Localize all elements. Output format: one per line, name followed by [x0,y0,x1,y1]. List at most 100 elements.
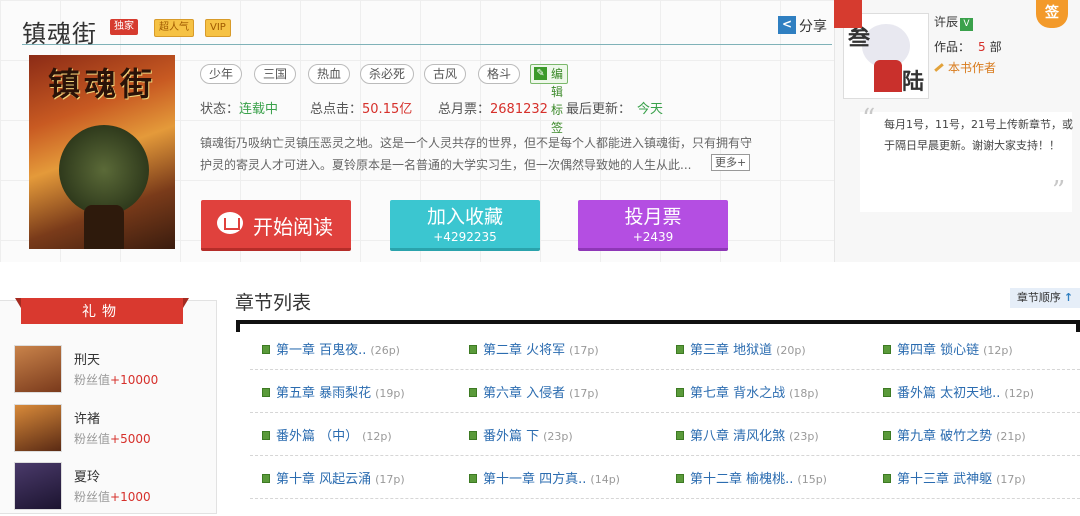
chapter-order-button[interactable]: 章节顺序 ↑ [1010,288,1080,308]
chapter-link[interactable]: 第八章 清风化煞 (23p) [676,425,819,444]
chapter-icon [262,388,270,397]
chapter-icon [676,474,684,483]
chapter-link[interactable]: 第十二章 榆槐桃.. (15p) [676,468,827,487]
sort-up-icon: ↑ [1063,291,1074,304]
status-value: 连载中 [239,102,279,117]
chapter-link[interactable]: 第七章 背水之战 (18p) [676,382,819,401]
tag-item[interactable]: 三国 [254,64,296,84]
chapter-icon [262,431,270,440]
monthly-votes-value: 2681232 [490,102,548,117]
chapter-link[interactable]: 第十章 风起云涌 (17p) [262,468,405,487]
chapter-link[interactable]: 第三章 地狱道 (20p) [676,339,806,358]
chapter-order-label: 章节顺序 [1016,291,1061,304]
pen-icon [934,63,944,72]
add-favorite-label: 加入收藏 [426,206,503,228]
fan-avatar [14,404,62,452]
quote-open-icon: “ [862,104,876,134]
tag-item[interactable]: 格斗 [478,64,520,84]
fan-value: 粉丝值+1000 [74,490,151,504]
add-favorite-button[interactable]: 加入收藏 +4292235 [390,200,540,251]
fan-item[interactable]: 夏玲 粉丝值+1000 [14,462,204,512]
avatar-glyph: 陆 [902,70,925,95]
fan-item[interactable]: 许褚 粉丝值+5000 [14,404,204,454]
favorite-count: +4292235 [433,230,497,244]
chapter-icon [469,345,477,354]
fan-name: 许褚 [74,412,101,427]
cover-art-body [84,205,124,249]
chapter-icon [469,474,477,483]
monthly-vote-label: 投月票 [624,206,682,228]
chapter-link[interactable]: 第四章 锁心链 (12p) [883,339,1013,358]
chapter-icon [883,431,891,440]
chapter-link[interactable]: 第五章 暴雨梨花 (19p) [262,382,405,401]
book-icon [217,212,243,234]
fan-value: 粉丝值+10000 [74,373,159,387]
tag-item[interactable]: 热血 [308,64,350,84]
fan-item[interactable]: 刑天 粉丝值+10000 [14,345,204,395]
synopsis-more-button[interactable]: 更多+ [711,154,751,171]
share-label: 分享 [799,19,827,35]
chapter-link[interactable]: 第二章 火将军 (17p) [469,339,599,358]
book-author-label: 本书作者 [948,61,997,75]
chapter-divider [250,369,1080,371]
chapter-list-heading: 章节列表 [235,292,312,314]
tag-item[interactable]: 少年 [200,64,242,84]
book-stats: 状态：连载中 总点击：50.15亿 总月票：2681232 最后更新： 今天 [200,98,760,117]
chapter-divider [250,412,1080,414]
popular-badge: 超人气 [154,19,194,37]
title-row: 镇魂街 独家 超人气 VIP 分享 [22,14,832,48]
chapter-icon [883,474,891,483]
fan-name: 刑天 [74,353,101,368]
fan-avatar [14,345,62,393]
monthly-vote-button[interactable]: 投月票 +2439 [578,200,728,251]
clicks-value: 50.15亿 [362,102,413,117]
chapter-link[interactable]: 番外篇 下 (23p) [469,425,573,444]
chapter-link[interactable]: 第十三章 武神躯 (17p) [883,468,1026,487]
vip-badge: VIP [205,19,231,37]
chapter-icon [676,388,684,397]
chapter-link[interactable]: 第六章 入侵者 (17p) [469,382,599,401]
edit-icon: ✎ [534,67,547,80]
chapter-icon [262,474,270,483]
chapter-icon [262,345,270,354]
fan-name: 夏玲 [74,470,101,485]
chapter-link[interactable]: 番外篇 太初天地.. (12p) [883,382,1034,401]
tag-item[interactable]: 杀必死 [360,64,414,84]
gift-title: 礼物 [15,298,189,324]
exclusive-badge: 独家 [110,19,138,35]
corner-decoration [834,0,862,28]
chapter-link[interactable]: 第九章 破竹之势 (21p) [883,425,1026,444]
share-button[interactable]: 分享 [778,16,827,36]
book-synopsis: 镇魂街乃吸纳亡灵镇压恶灵之地。这是一个人灵共存的世界，但不是每个人都能进入镇魂街… [200,136,753,172]
chapter-icon [676,431,684,440]
works-count[interactable]: 5 [978,40,986,54]
share-icon [778,16,796,34]
clicks-stat: 总点击：50.15亿 [310,102,413,117]
fan-value: 粉丝值+5000 [74,432,151,446]
quote-close-icon: ” [1052,176,1066,206]
book-title: 镇魂街 [22,20,97,48]
chapter-link[interactable]: 番外篇 （中） (12p) [262,425,392,444]
book-cover[interactable]: 镇魂街 [29,55,175,249]
corner-bracket-right [1066,322,1080,332]
sign-in-button[interactable]: 签 [1036,0,1068,28]
author-notice: 每月1号，11号，21号上传新章节，或于隔日早晨更新。谢谢大家支持！！ [884,118,1073,152]
chapter-icon [469,431,477,440]
fan-avatar [14,462,62,510]
author-name[interactable]: 许辰 [934,15,958,29]
last-updated-value: 今天 [637,102,664,117]
vote-count: +2439 [632,230,674,244]
chapter-link[interactable]: 第十一章 四方真.. (14p) [469,468,620,487]
chapter-icon [469,388,477,397]
chapter-divider [250,498,1080,500]
author-works: 作品： 5 部 [934,40,1002,54]
verified-badge: V [960,18,974,31]
edit-tags-button[interactable]: ✎ 编辑标签 [530,64,569,135]
tag-item[interactable]: 古风 [424,64,466,84]
chapter-link[interactable]: 第一章 百鬼夜.. (26p) [262,339,400,358]
monthly-votes-stat: 总月票：2681232 [438,102,548,117]
chapter-divider [250,455,1080,457]
start-reading-button[interactable]: 开始阅读 [201,200,351,251]
avatar-body [874,60,902,92]
chapter-icon [676,345,684,354]
